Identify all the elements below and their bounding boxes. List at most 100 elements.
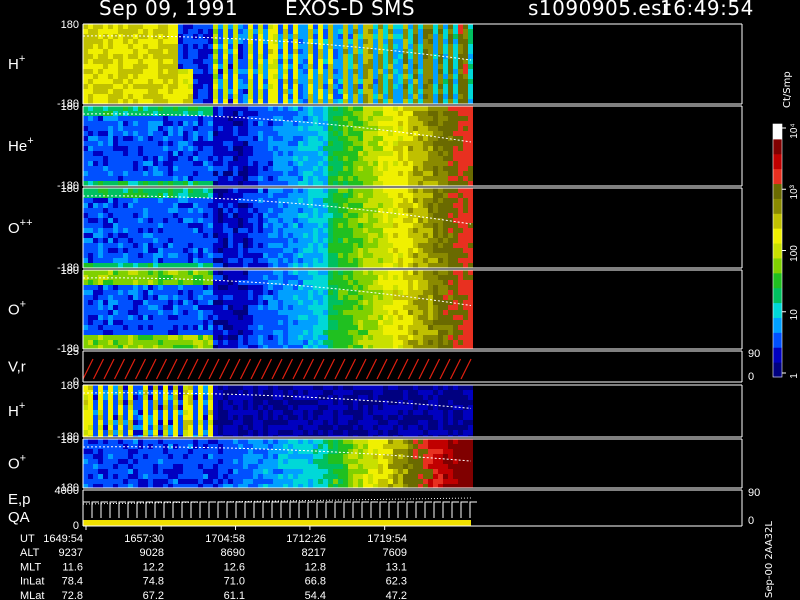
heat-cell — [103, 64, 108, 69]
heat-cell — [373, 243, 378, 248]
heat-cell — [363, 54, 368, 59]
heat-cell — [158, 141, 163, 146]
heat-cell — [363, 330, 368, 335]
heat-cell — [178, 141, 183, 146]
heat-cell — [263, 238, 268, 243]
heat-cell — [113, 131, 118, 136]
heat-cell — [343, 270, 348, 275]
heat-cell — [313, 89, 318, 94]
heat-cell — [408, 263, 413, 268]
heat-cell — [458, 156, 463, 161]
heat-cell — [343, 208, 348, 213]
heat-cell — [383, 315, 388, 320]
heat-cell — [428, 193, 433, 198]
heat-cell — [233, 285, 238, 290]
heat-cell — [398, 248, 403, 253]
heat-cell — [343, 136, 348, 141]
heat-cell — [273, 161, 278, 166]
heat-cell — [218, 64, 223, 69]
heat-cell — [183, 263, 188, 268]
heat-cell — [463, 213, 468, 218]
heat-cell — [298, 208, 303, 213]
heat-cell — [438, 69, 443, 74]
heat-cell — [293, 116, 298, 121]
heat-cell — [408, 248, 413, 253]
heat-cell — [143, 74, 148, 79]
heat-cell — [128, 223, 133, 228]
heat-cell — [338, 248, 343, 253]
heat-cell — [448, 161, 453, 166]
heat-cell — [298, 166, 303, 171]
heat-cell — [83, 228, 88, 233]
heat-cell — [413, 64, 418, 69]
heat-cell — [373, 315, 378, 320]
heat-cell — [298, 176, 303, 181]
heat-cell — [463, 335, 468, 340]
heat-cell — [373, 166, 378, 171]
heat-cell — [298, 330, 303, 335]
heat-cell — [223, 305, 228, 310]
heat-cell — [373, 208, 378, 213]
heat-cell — [93, 345, 98, 349]
heat-cell — [468, 84, 473, 89]
heat-cell — [353, 330, 358, 335]
heat-cell — [118, 305, 123, 310]
heat-cell — [198, 330, 203, 335]
heat-cell — [128, 151, 133, 156]
heat-cell — [178, 290, 183, 295]
heat-cell — [368, 166, 373, 171]
heat-cell — [223, 74, 228, 79]
heat-cell — [248, 166, 253, 171]
heat-cell — [178, 74, 183, 79]
heat-cell — [468, 325, 473, 330]
heat-cell — [388, 233, 393, 238]
heat-cell — [263, 151, 268, 156]
heat-cell — [358, 89, 363, 94]
heat-cell — [348, 69, 353, 74]
heat-cell — [248, 49, 253, 54]
heat-cell — [463, 345, 468, 349]
heat-cell — [458, 146, 463, 151]
heat-cell — [173, 84, 178, 89]
heat-cell — [293, 305, 298, 310]
heat-cell — [268, 248, 273, 253]
heat-cell — [103, 39, 108, 44]
heat-cell — [83, 295, 88, 300]
heat-cell — [128, 340, 133, 345]
heat-cell — [98, 198, 103, 203]
heat-cell — [208, 121, 213, 126]
heat-cell — [443, 248, 448, 253]
heat-cell — [228, 54, 233, 59]
heat-cell — [313, 136, 318, 141]
heat-cell — [178, 126, 183, 131]
heat-cell — [103, 74, 108, 79]
heat-cell — [463, 121, 468, 126]
heat-cell — [298, 300, 303, 305]
heat-cell — [408, 188, 413, 193]
heat-cell — [343, 69, 348, 74]
heat-cell — [323, 181, 328, 186]
heat-cell — [248, 253, 253, 258]
heat-cell — [208, 325, 213, 330]
heat-cell — [453, 300, 458, 305]
heat-cell — [428, 84, 433, 89]
heat-cell — [168, 203, 173, 208]
heat-cell — [298, 218, 303, 223]
heat-cell — [448, 131, 453, 136]
heat-cell — [203, 74, 208, 79]
heat-cell — [168, 161, 173, 166]
heat-cell — [438, 213, 443, 218]
heat-cell — [318, 280, 323, 285]
heat-cell — [438, 305, 443, 310]
heat-cell — [298, 181, 303, 186]
heat-cell — [373, 94, 378, 99]
heat-cell — [298, 335, 303, 340]
heat-cell — [423, 141, 428, 146]
heat-cell — [308, 258, 313, 263]
heat-cell — [88, 161, 93, 166]
heat-cell — [293, 181, 298, 186]
heat-cell — [208, 161, 213, 166]
heat-cell — [143, 258, 148, 263]
heat-cell — [268, 193, 273, 198]
heat-cell — [273, 136, 278, 141]
